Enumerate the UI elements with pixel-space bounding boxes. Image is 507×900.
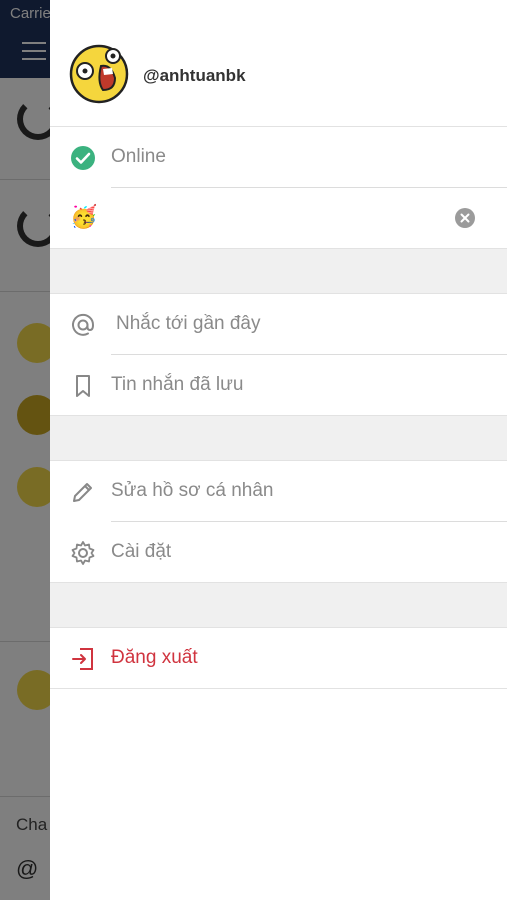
settings-drawer: @anhtuanbk Online 🥳 Nhắc tới gần đây Tin…: [50, 0, 507, 900]
custom-status[interactable]: 🥳: [50, 188, 507, 249]
avatar: [69, 44, 129, 104]
gear-icon: [71, 541, 95, 565]
logout-item[interactable]: Đăng xuất: [50, 628, 507, 689]
settings-item[interactable]: Cài đặt: [50, 522, 507, 583]
section-gap: [50, 416, 507, 461]
at-icon: [72, 313, 95, 336]
username: @anhtuanbk: [143, 66, 246, 85]
menu-item-label: Nhắc tới gần đây: [116, 313, 261, 334]
pencil-icon: [73, 483, 92, 502]
online-check-icon: [71, 146, 95, 170]
saved-messages-item[interactable]: Tin nhắn đã lưu: [50, 355, 507, 416]
clear-status-button[interactable]: [455, 208, 475, 228]
bookmark-icon: [76, 375, 90, 397]
edit-profile-item[interactable]: Sửa hồ sơ cá nhân: [50, 461, 507, 522]
profile-header[interactable]: @anhtuanbk: [50, 26, 507, 127]
logout-label: Đăng xuất: [111, 647, 198, 668]
status-online[interactable]: Online: [50, 127, 507, 188]
recent-mentions-item[interactable]: Nhắc tới gần đây: [50, 294, 507, 355]
menu-item-label: Tin nhắn đã lưu: [111, 374, 244, 395]
close-icon: [460, 213, 470, 223]
menu-item-label: Cài đặt: [111, 541, 172, 562]
section-gap: [50, 249, 507, 294]
menu-item-label: Sửa hồ sơ cá nhân: [111, 480, 274, 501]
custom-status-emoji: 🥳: [70, 204, 98, 229]
status-label: Online: [111, 146, 166, 167]
section-gap: [50, 583, 507, 628]
logout-icon: [72, 648, 93, 670]
